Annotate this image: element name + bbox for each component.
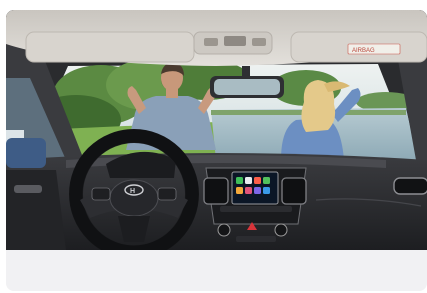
airbag-sticker-text: AIRBAG	[352, 48, 375, 54]
hyundai-logo: H	[130, 188, 135, 195]
caption-area	[6, 250, 427, 291]
windshield-view	[26, 60, 418, 160]
image-card: AIRBAG H	[6, 10, 427, 291]
car-interior-photo: AIRBAG H	[6, 10, 427, 250]
